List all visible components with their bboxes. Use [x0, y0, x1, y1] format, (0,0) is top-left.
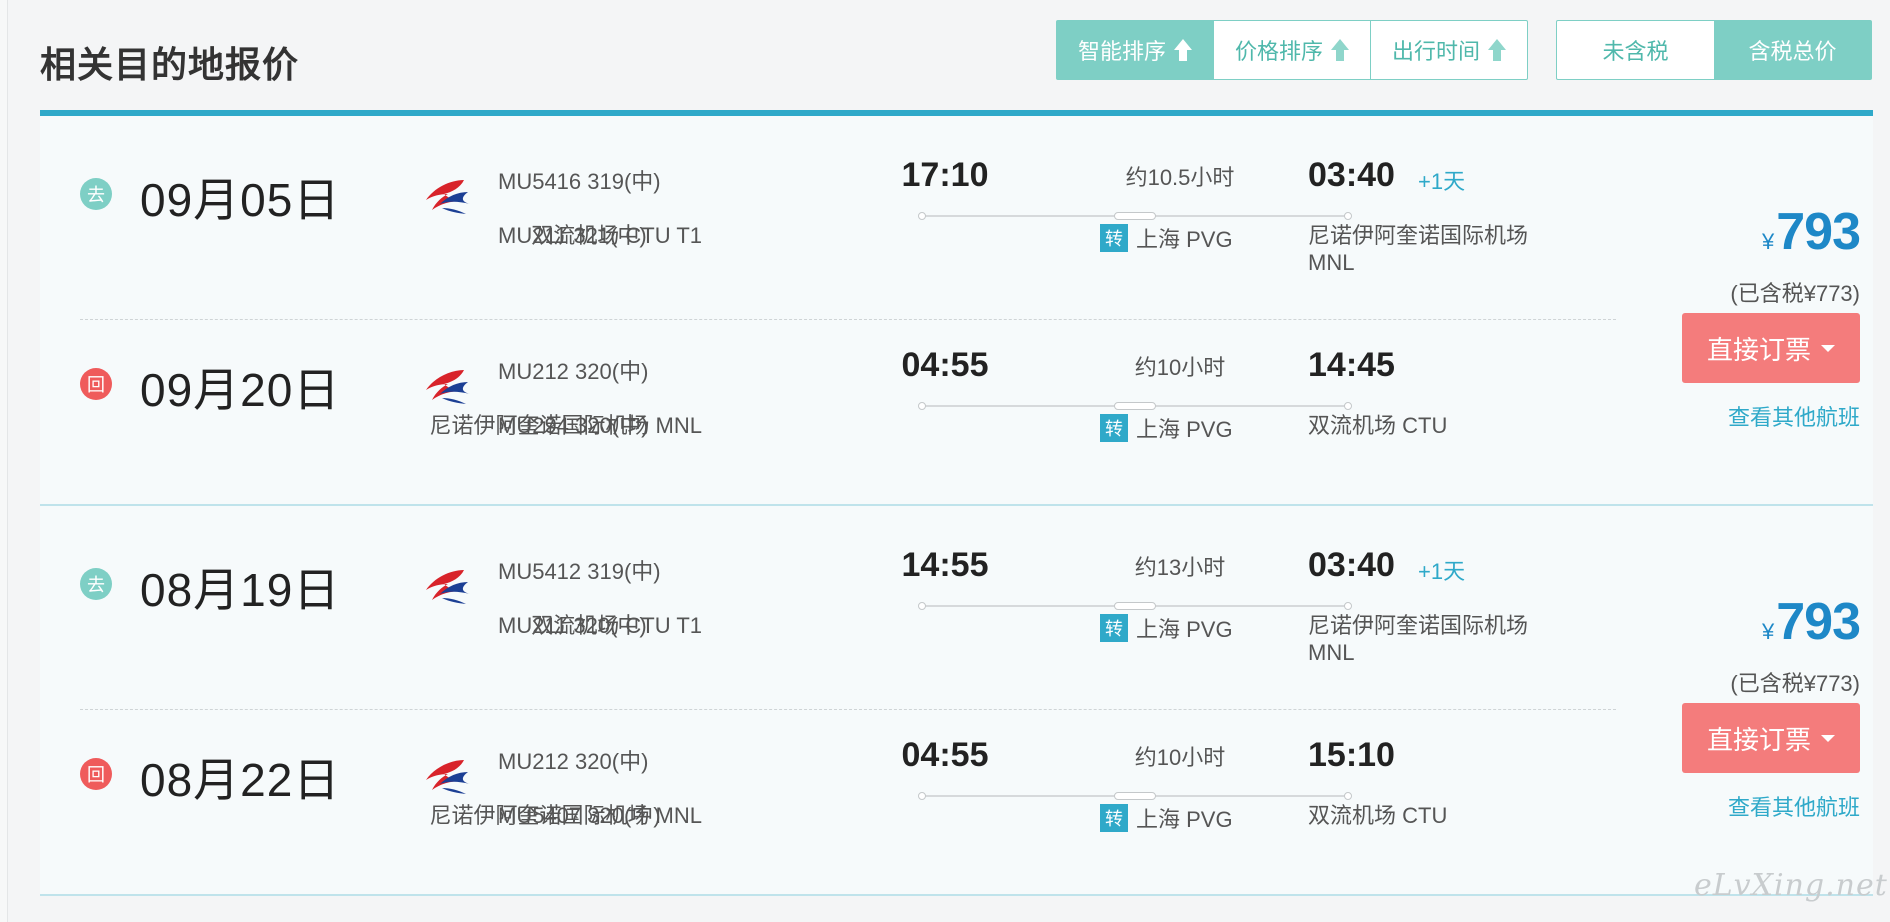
- sort-price-label: 价格排序: [1234, 39, 1323, 64]
- tax-excluded-button[interactable]: 未含税: [1557, 21, 1714, 79]
- book-button[interactable]: 直接订票: [1682, 703, 1860, 773]
- arrow-up-icon: [1331, 39, 1349, 61]
- transfer-info: 转 上海 PVG: [1100, 412, 1233, 444]
- arrival-airport: 双流机场 CTU: [1308, 803, 1448, 828]
- arrival-time: 14:45: [1308, 346, 1395, 384]
- departure-time: 17:10: [901, 156, 989, 194]
- transfer-icon: 转: [1100, 614, 1128, 642]
- price: ¥ 793: [1761, 592, 1861, 652]
- sort-time-label: 出行时间: [1391, 39, 1480, 64]
- sort-time-button[interactable]: 出行时间: [1371, 21, 1527, 79]
- arrival-time: 15:10: [1308, 736, 1395, 774]
- airline-logo-icon: [426, 570, 470, 604]
- arrival-airport: 尼诺伊阿奎诺国际机场 MNL: [1308, 613, 1529, 665]
- departure-airport: 尼诺伊阿奎诺国际机场 MNL: [429, 413, 702, 438]
- results-panel: 相关目的地报价 智能排序 价格排序 出行时间 未含税 含税总价 去 09月05日…: [8, 0, 1890, 922]
- result-card: 去 08月19日 MU5412 319(中) MU211 320(中) 14:5…: [40, 506, 1873, 896]
- price-currency: ¥: [1761, 619, 1775, 644]
- arrival-time: 03:40: [1308, 156, 1395, 194]
- page-left-edge: [0, 0, 8, 922]
- direction-badge: 去: [80, 178, 112, 210]
- leg-date: 08月19日: [140, 564, 341, 616]
- flight-duration: 约10.5小时: [1125, 165, 1235, 190]
- flight-number-1: MU5416 319(中): [498, 169, 661, 194]
- departure-time: 14:55: [901, 546, 989, 584]
- next-day-badge: +1天: [1418, 559, 1466, 584]
- transfer-icon: 转: [1100, 224, 1128, 252]
- flight-number-1: MU212 320(中): [498, 359, 649, 384]
- price-amount: 793: [1776, 203, 1861, 261]
- book-button-label: 直接订票: [1706, 724, 1811, 755]
- airline-logo-icon: [426, 180, 470, 214]
- sort-toolbar: 智能排序 价格排序 出行时间: [1056, 20, 1528, 80]
- book-button-label: 直接订票: [1706, 334, 1811, 365]
- transfer-info: 转 上海 PVG: [1100, 802, 1233, 834]
- transfer-icon: 转: [1100, 804, 1128, 832]
- book-button[interactable]: 直接订票: [1682, 313, 1860, 383]
- outbound-leg: 去 09月05日 MU5416 319(中) MU211 321(中) 17:1…: [40, 116, 1570, 306]
- caret-down-icon: [1821, 734, 1835, 742]
- caret-down-icon: [1821, 344, 1835, 352]
- departure-airport: 双流机场 CTU T1: [531, 613, 702, 638]
- route-track: [918, 602, 1352, 610]
- leg-date: 09月20日: [140, 364, 341, 416]
- arrival-airport: 双流机场 CTU: [1308, 413, 1448, 438]
- tax-note: (已含税¥773): [1730, 671, 1860, 696]
- transfer-icon: 转: [1100, 414, 1128, 442]
- leg-date: 09月05日: [140, 174, 341, 226]
- direction-badge: 回: [80, 368, 112, 400]
- tax-included-button[interactable]: 含税总价: [1714, 21, 1871, 79]
- flight-duration: 约10小时: [1134, 355, 1226, 380]
- transfer-info: 转 上海 PVG: [1100, 612, 1233, 644]
- tax-toggle: 未含税 含税总价: [1556, 20, 1872, 80]
- transfer-city: 上海 PVG: [1136, 227, 1233, 252]
- arrow-up-icon: [1174, 39, 1192, 61]
- result-card: 去 09月05日 MU5416 319(中) MU211 321(中) 17:1…: [40, 116, 1873, 506]
- departure-time: 04:55: [901, 346, 989, 384]
- tax-note: (已含税¥773): [1730, 281, 1860, 306]
- airline-logo-icon: [426, 370, 470, 404]
- leg-date: 08月22日: [140, 754, 341, 806]
- direction-badge: 回: [80, 758, 112, 790]
- price: ¥ 793: [1761, 202, 1861, 262]
- departure-airport: 双流机场 CTU T1: [531, 223, 702, 248]
- return-leg: 回 09月20日 MU212 320(中) MU294 320(中) 04:55…: [40, 306, 1570, 496]
- outbound-leg: 去 08月19日 MU5412 319(中) MU211 320(中) 14:5…: [40, 506, 1570, 696]
- return-leg: 回 08月22日 MU212 320(中) MU5407 320(中) 04:5…: [40, 696, 1570, 886]
- direction-badge: 去: [80, 568, 112, 600]
- watermark: eLvXing.net: [1694, 868, 1888, 903]
- arrival-time: 03:40: [1308, 546, 1395, 584]
- departure-time: 04:55: [901, 736, 989, 774]
- flight-duration: 约13小时: [1134, 555, 1226, 580]
- transfer-info: 转 上海 PVG: [1100, 222, 1233, 254]
- arrival-airport: 尼诺伊阿奎诺国际机场 MNL: [1308, 223, 1529, 275]
- sort-smart-label: 智能排序: [1077, 39, 1166, 64]
- sort-price-button[interactable]: 价格排序: [1214, 21, 1371, 79]
- page-title: 相关目的地报价: [40, 44, 300, 85]
- departure-airport: 尼诺伊阿奎诺国际机场 MNL: [429, 803, 702, 828]
- price-amount: 793: [1776, 593, 1861, 651]
- route-track: [918, 212, 1352, 220]
- transfer-city: 上海 PVG: [1136, 417, 1233, 442]
- transfer-city: 上海 PVG: [1136, 617, 1233, 642]
- flight-result-list: 去 09月05日 MU5416 319(中) MU211 321(中) 17:1…: [40, 110, 1873, 896]
- flight-number-1: MU5412 319(中): [498, 559, 661, 584]
- airline-logo-icon: [426, 760, 470, 794]
- flight-duration: 约10小时: [1134, 745, 1226, 770]
- next-day-badge: +1天: [1418, 169, 1466, 194]
- other-flights-link[interactable]: 查看其他航班: [1728, 400, 1860, 432]
- other-flights-link[interactable]: 查看其他航班: [1728, 790, 1860, 822]
- arrow-up-icon: [1488, 39, 1506, 61]
- price-currency: ¥: [1761, 229, 1775, 254]
- flight-number-1: MU212 320(中): [498, 749, 649, 774]
- sort-smart-button[interactable]: 智能排序: [1057, 21, 1214, 79]
- transfer-city: 上海 PVG: [1136, 807, 1233, 832]
- route-track: [918, 792, 1352, 800]
- route-track: [918, 402, 1352, 410]
